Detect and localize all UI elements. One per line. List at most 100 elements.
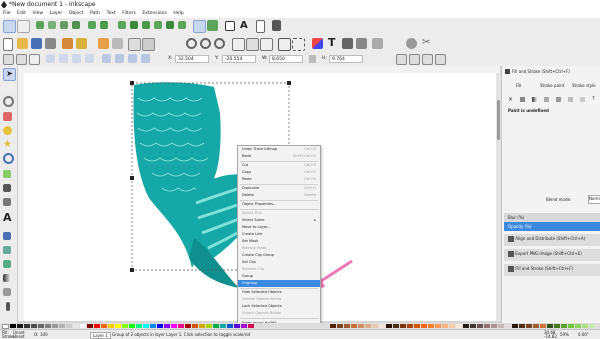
h-field[interactable]: 9.764 bbox=[329, 55, 363, 63]
swatch[interactable] bbox=[330, 324, 336, 328]
canvas-scroll-thumb[interactable] bbox=[497, 100, 500, 140]
swatch[interactable] bbox=[94, 324, 100, 328]
menu-item-unhide-below[interactable]: Unhide Objects Below bbox=[238, 296, 320, 303]
swatch[interactable] bbox=[17, 324, 23, 328]
guides-icon[interactable] bbox=[225, 21, 235, 31]
swatch[interactable] bbox=[87, 324, 93, 328]
swatch[interactable] bbox=[400, 324, 406, 328]
swatch[interactable] bbox=[220, 324, 226, 328]
snap-2-icon[interactable] bbox=[48, 21, 56, 29]
swatch[interactable] bbox=[470, 324, 476, 328]
swatch[interactable] bbox=[129, 324, 135, 328]
undo-icon[interactable] bbox=[98, 38, 109, 49]
swatch[interactable] bbox=[484, 324, 490, 328]
swatch[interactable] bbox=[533, 324, 539, 328]
menu-item-cut[interactable]: Cut Ctrl+X bbox=[238, 162, 320, 169]
snap-9-icon[interactable] bbox=[142, 21, 150, 29]
swatch[interactable] bbox=[540, 324, 546, 328]
spiral-tool-icon[interactable] bbox=[3, 153, 14, 164]
select-mode-icon[interactable] bbox=[3, 20, 16, 33]
swatch[interactable] bbox=[421, 324, 427, 328]
duplicate-icon[interactable] bbox=[232, 38, 245, 51]
tab-stroke-paint[interactable]: Stroke paint bbox=[540, 83, 564, 88]
zoom-value[interactable]: 59% bbox=[560, 332, 569, 337]
swatch[interactable] bbox=[337, 324, 343, 328]
paint-pattern-icon[interactable] bbox=[568, 97, 573, 102]
menu-text[interactable]: Text bbox=[107, 10, 116, 18]
swatch[interactable] bbox=[178, 324, 184, 328]
menu-edit[interactable]: Edit bbox=[17, 10, 26, 18]
swatch[interactable] bbox=[101, 324, 107, 328]
rotate-ccw-icon[interactable] bbox=[46, 54, 55, 63]
zoom-selection-icon[interactable] bbox=[186, 38, 197, 49]
panel-align[interactable]: Align and Distribute (Shift+Ctrl+A) bbox=[504, 234, 600, 246]
menu-item-create-clip-group[interactable]: Create Clip Group bbox=[238, 252, 320, 259]
swatch[interactable] bbox=[407, 324, 413, 328]
zoom-page-icon[interactable] bbox=[214, 38, 225, 49]
opacity-row[interactable]: Opacity (%) bbox=[504, 222, 600, 231]
swatch[interactable] bbox=[449, 324, 455, 328]
scale-handle-tl[interactable] bbox=[130, 81, 134, 85]
layers-icon[interactable] bbox=[356, 38, 367, 49]
swatch[interactable] bbox=[45, 324, 51, 328]
snap-10-icon[interactable] bbox=[154, 21, 162, 29]
snap-7-icon[interactable] bbox=[118, 21, 126, 29]
snap-8-icon[interactable] bbox=[130, 21, 138, 29]
rotation-value[interactable]: 0.00° bbox=[578, 332, 589, 337]
menu-item-redo[interactable]: Redo Shift+Ctrl+Z bbox=[238, 153, 320, 160]
scale-handle-tr[interactable] bbox=[287, 81, 291, 85]
pen-tool-icon[interactable] bbox=[3, 184, 11, 192]
node-tool-icon[interactable] bbox=[17, 20, 30, 33]
swatch[interactable] bbox=[136, 324, 142, 328]
menu-view[interactable]: View bbox=[32, 10, 43, 18]
pencil-tool-icon[interactable] bbox=[3, 170, 11, 178]
swatch[interactable] bbox=[519, 324, 525, 328]
menu-item-create-link[interactable]: Create Link bbox=[238, 231, 320, 238]
lower-icon[interactable] bbox=[128, 54, 137, 63]
swatch[interactable] bbox=[122, 324, 128, 328]
align-icon[interactable] bbox=[372, 38, 383, 49]
xml-editor-2-icon[interactable] bbox=[342, 38, 353, 49]
text-tool-icon[interactable]: A bbox=[240, 20, 251, 31]
snap-6-icon[interactable] bbox=[100, 21, 108, 29]
menu-item-release-mask[interactable]: Release Mask bbox=[238, 245, 320, 252]
swatch[interactable] bbox=[414, 324, 420, 328]
menu-item-set-mask[interactable]: Set Mask bbox=[238, 238, 320, 245]
scale-corners-icon[interactable] bbox=[409, 54, 420, 65]
panel-fill-stroke[interactable]: Fill and Stroke (Shift+Ctrl+F) bbox=[504, 264, 600, 276]
swatch[interactable] bbox=[547, 324, 553, 328]
stroke-value[interactable]: Unset bbox=[13, 334, 25, 339]
clone-icon[interactable] bbox=[246, 38, 259, 51]
group-icon[interactable] bbox=[278, 38, 291, 51]
snap-4-icon[interactable] bbox=[72, 21, 80, 29]
zoom-tool-icon[interactable] bbox=[3, 96, 14, 107]
copy-icon[interactable] bbox=[128, 38, 141, 51]
menu-object[interactable]: Object bbox=[69, 10, 84, 18]
swatch[interactable] bbox=[59, 324, 65, 328]
x-field[interactable]: 32.504 bbox=[175, 55, 209, 63]
swatch[interactable] bbox=[241, 324, 247, 328]
menu-help[interactable]: Help bbox=[173, 10, 183, 18]
swatch[interactable] bbox=[344, 324, 350, 328]
menu-item-undo[interactable]: Undo: Trace bitmap Ctrl+Z bbox=[238, 146, 320, 153]
snap-12-icon[interactable] bbox=[178, 21, 186, 29]
text-font-icon[interactable]: T bbox=[328, 37, 339, 49]
snap-nodes-icon[interactable] bbox=[207, 20, 218, 31]
swatch[interactable] bbox=[150, 324, 156, 328]
snap-5-icon[interactable] bbox=[88, 21, 96, 29]
swatch[interactable] bbox=[561, 324, 567, 328]
select-all-icon[interactable] bbox=[3, 54, 14, 65]
node-tool-icon[interactable] bbox=[3, 82, 14, 93]
scissors-icon[interactable]: ✂ bbox=[422, 37, 433, 48]
rect-tool-icon[interactable] bbox=[3, 112, 12, 121]
menu-item-hide-selected[interactable]: Hide Selected Objects bbox=[238, 289, 320, 296]
paste-icon[interactable] bbox=[142, 38, 155, 51]
menu-item-copy[interactable]: Copy Ctrl+C bbox=[238, 169, 320, 176]
swatch[interactable] bbox=[526, 324, 532, 328]
swatch[interactable] bbox=[248, 324, 254, 328]
swatch[interactable] bbox=[234, 324, 240, 328]
swatch[interactable] bbox=[157, 324, 163, 328]
menu-item-ungroup[interactable]: Ungroup bbox=[238, 280, 320, 287]
snap-toggle-icon[interactable] bbox=[193, 20, 206, 33]
swatch[interactable] bbox=[589, 324, 595, 328]
